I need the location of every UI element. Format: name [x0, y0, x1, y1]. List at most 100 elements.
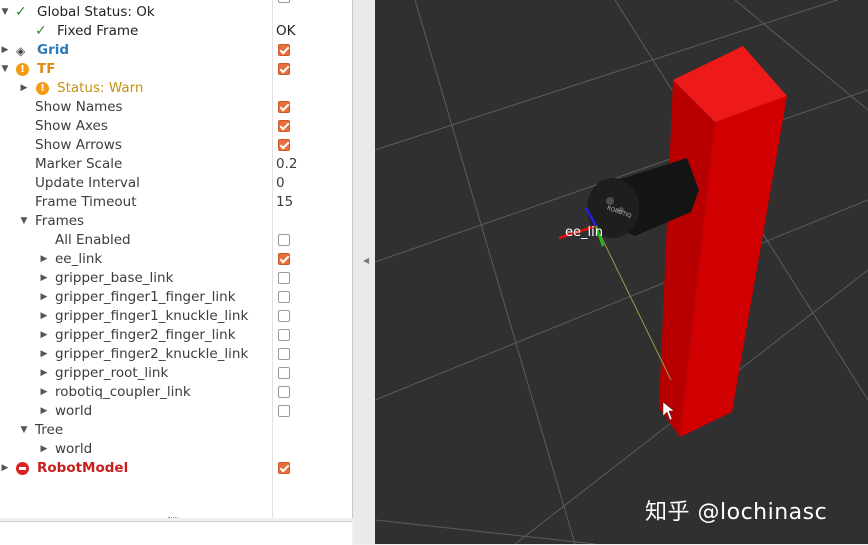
triangle-left-icon[interactable]: ◀ — [363, 256, 369, 265]
tree-row-show-names[interactable]: Show Names — [0, 98, 352, 117]
tree-row-show-axes[interactable]: Show Axes — [0, 117, 352, 136]
frame-checkbox[interactable] — [278, 329, 290, 341]
frame-item[interactable]: ▶ robotiq_coupler_link — [0, 383, 352, 402]
scene-svg: ROBOTIQ ee_lin — [375, 0, 868, 544]
triangle-right-icon[interactable]: ▶ — [39, 250, 49, 269]
tree-row-tf-status[interactable]: ▶ ! Status: Warn — [0, 79, 352, 98]
triangle-right-icon[interactable]: ▶ — [39, 307, 49, 326]
frame-item[interactable]: ▶ gripper_finger1_finger_link — [0, 288, 352, 307]
frame-item[interactable]: ▶ gripper_finger1_knuckle_link — [0, 307, 352, 326]
check-icon: ✓ — [35, 23, 47, 39]
show-names-checkbox[interactable] — [278, 101, 290, 113]
robot-model-checkbox[interactable] — [278, 462, 290, 474]
triangle-right-icon[interactable]: ▶ — [0, 41, 10, 60]
collapse-icon[interactable]: ▼ — [0, 60, 10, 79]
frame-label: world — [55, 403, 93, 419]
warning-icon: ! — [16, 63, 29, 76]
frame-label: ee_link — [55, 251, 103, 267]
frame-item[interactable]: ▶ gripper_finger2_knuckle_link — [0, 345, 352, 364]
frame-checkbox[interactable] — [278, 348, 290, 360]
tf-link-line — [595, 225, 672, 381]
frame-label: gripper_finger2_knuckle_link — [55, 346, 249, 362]
collapse-icon[interactable]: ▼ — [0, 3, 10, 22]
frame-item[interactable]: ▶ gripper_finger2_finger_link — [0, 326, 352, 345]
triangle-right-icon[interactable]: ▶ — [39, 269, 49, 288]
tree-row-global-status[interactable]: ▼ ✓ Global Status: Ok — [0, 3, 352, 22]
frame-label: gripper_finger2_finger_link — [55, 327, 236, 343]
3d-viewport[interactable]: ROBOTIQ ee_lin — [375, 0, 868, 544]
tree-world-label: world — [55, 441, 93, 457]
grid-checkbox[interactable] — [278, 44, 290, 56]
tree-row-tree-world[interactable]: ▶ world — [0, 440, 352, 459]
frame-checkbox[interactable] — [278, 310, 290, 322]
tree-row-tree[interactable]: ▼ Tree — [0, 421, 352, 440]
frame-timeout-label: Frame Timeout — [35, 194, 137, 210]
triangle-right-icon[interactable]: ▶ — [39, 326, 49, 345]
tree-row-fixed-frame[interactable]: ✓ Fixed Frame OK — [0, 22, 352, 41]
frame-checkbox[interactable] — [278, 272, 290, 284]
global-status-label: Global Status: Ok — [37, 4, 155, 20]
tf-label: TF — [37, 61, 56, 77]
frame-label: gripper_root_link — [55, 365, 169, 381]
panel-splitter[interactable] — [353, 0, 375, 544]
tf-checkbox[interactable] — [278, 63, 290, 75]
all-enabled-label: All Enabled — [55, 232, 131, 248]
fixed-frame-value: OK — [276, 23, 296, 39]
tree-row-frame-timeout[interactable]: Frame Timeout 15 — [0, 193, 352, 212]
warning-icon: ! — [36, 82, 49, 95]
marker-scale-value[interactable]: 0.2 — [276, 155, 297, 174]
frame-checkbox[interactable] — [278, 386, 290, 398]
frame-item[interactable]: ▶ gripper_base_link — [0, 269, 352, 288]
tree-row-all-enabled[interactable]: All Enabled — [0, 231, 352, 250]
triangle-right-icon[interactable]: ▶ — [19, 79, 29, 98]
check-icon: ✓ — [15, 4, 27, 20]
collapse-icon[interactable]: ▼ — [19, 421, 29, 440]
tree-row-robot-model[interactable]: ▶ RobotModel — [0, 459, 352, 478]
grid-lines — [375, 0, 868, 544]
tree-row-grid[interactable]: ▶ ◈ Grid — [0, 41, 352, 60]
triangle-right-icon[interactable]: ▶ — [39, 383, 49, 402]
tree-row-tf[interactable]: ▼ ! TF — [0, 60, 352, 79]
tree-row-update-interval[interactable]: Update Interval 0 — [0, 174, 352, 193]
frame-checkbox[interactable] — [278, 253, 290, 265]
frame-item[interactable]: ▶ ee_link — [0, 250, 352, 269]
show-axes-checkbox[interactable] — [278, 120, 290, 132]
triangle-right-icon[interactable]: ▶ — [39, 345, 49, 364]
frame-label: robotiq_coupler_link — [55, 384, 191, 400]
frame-item[interactable]: ▶ gripper_root_link — [0, 364, 352, 383]
frame-name-label: ee_lin — [565, 225, 603, 240]
tree-row-frames[interactable]: ▼ Frames — [0, 212, 352, 231]
frame-checkbox[interactable] — [278, 291, 290, 303]
tree-label: Tree — [35, 422, 64, 438]
show-axes-label: Show Axes — [35, 118, 108, 134]
all-enabled-checkbox[interactable] — [278, 234, 290, 246]
frame-checkbox[interactable] — [278, 405, 290, 417]
frame-checkbox[interactable] — [278, 367, 290, 379]
bottom-panel — [0, 521, 352, 545]
frame-item[interactable]: ▶ world — [0, 402, 352, 421]
tree-row-show-arrows[interactable]: Show Arrows — [0, 136, 352, 155]
tf-status-label: Status: Warn — [57, 80, 144, 96]
frames-label: Frames — [35, 213, 85, 229]
frame-timeout-value[interactable]: 15 — [276, 193, 293, 212]
error-icon — [16, 462, 29, 475]
robot-model-label: RobotModel — [37, 460, 129, 476]
grid-icon: ◈ — [16, 44, 26, 58]
triangle-right-icon[interactable]: ▶ — [39, 288, 49, 307]
frame-label: gripper_base_link — [55, 270, 174, 286]
show-arrows-label: Show Arrows — [35, 137, 122, 153]
triangle-right-icon[interactable]: ▶ — [39, 364, 49, 383]
update-interval-label: Update Interval — [35, 175, 140, 191]
tree-row-marker-scale[interactable]: Marker Scale 0.2 — [0, 155, 352, 174]
triangle-right-icon[interactable]: ▶ — [39, 440, 49, 459]
marker-scale-label: Marker Scale — [35, 156, 123, 172]
collapse-icon[interactable]: ▼ — [19, 212, 29, 231]
frame-label: gripper_finger1_finger_link — [55, 289, 236, 305]
grid-label: Grid — [37, 42, 70, 58]
triangle-right-icon[interactable]: ▶ — [39, 402, 49, 421]
update-interval-value[interactable]: 0 — [276, 174, 285, 193]
fixed-frame-label: Fixed Frame — [57, 23, 139, 39]
displays-panel: ▼ ✓ Global Status: Ok ✓ Fixed Frame OK ▶… — [0, 0, 353, 518]
triangle-right-icon[interactable]: ▶ — [0, 459, 10, 478]
show-arrows-checkbox[interactable] — [278, 139, 290, 151]
